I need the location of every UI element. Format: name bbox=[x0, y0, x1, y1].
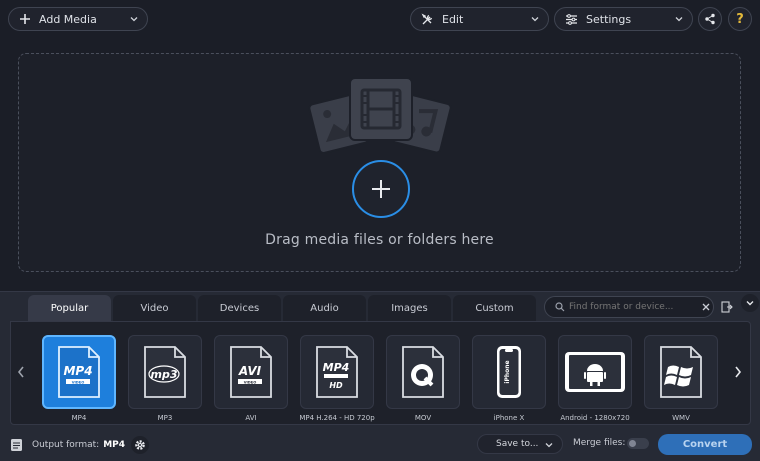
windows-icon bbox=[660, 346, 702, 398]
mp4-icon: MP4 VIDEO bbox=[58, 346, 100, 398]
add-files-button[interactable] bbox=[352, 160, 410, 218]
plus-icon bbox=[372, 180, 390, 198]
output-format-row: Output format: MP4 bbox=[10, 436, 150, 454]
share-icon bbox=[705, 13, 715, 25]
chevron-left-icon bbox=[17, 366, 24, 378]
format-avi[interactable]: AVI VIDEO bbox=[214, 335, 288, 409]
chevron-down-icon bbox=[531, 17, 539, 22]
tab-devices[interactable]: Devices bbox=[198, 295, 281, 321]
tab-video[interactable]: Video bbox=[113, 295, 196, 321]
format-mp4[interactable]: MP4 VIDEO bbox=[42, 335, 116, 409]
mp4-hd-icon: MP4 HD bbox=[316, 346, 358, 398]
format-mov[interactable] bbox=[386, 335, 460, 409]
chevron-down-icon bbox=[746, 301, 754, 306]
chevron-down-icon bbox=[675, 17, 683, 22]
drop-zone-hint: Drag media files or folders here bbox=[265, 232, 494, 248]
collapse-panel-button[interactable] bbox=[741, 294, 759, 312]
format-strip: MP4 VIDEO MP4 mp3 MP3 AVI VIDEO AVI MP4 … bbox=[10, 321, 751, 425]
format-mp3[interactable]: mp3 bbox=[128, 335, 202, 409]
format-label-iphone-x: iPhone X bbox=[493, 414, 525, 422]
edit-label: Edit bbox=[442, 12, 464, 26]
help-label: ? bbox=[736, 11, 744, 27]
settings-button[interactable]: Settings bbox=[554, 7, 693, 31]
format-android[interactable] bbox=[558, 335, 632, 409]
tab-images[interactable]: Images bbox=[368, 295, 451, 321]
settings-label: Settings bbox=[586, 12, 632, 26]
scroll-left-button[interactable] bbox=[15, 364, 27, 380]
format-panel: Popular Video Devices Audio Images Custo… bbox=[0, 291, 760, 461]
tab-audio[interactable]: Audio bbox=[283, 295, 366, 321]
chevron-down-icon bbox=[545, 443, 553, 448]
iphone-icon: iPhone bbox=[497, 346, 521, 398]
format-label-wmv: WMV bbox=[672, 414, 690, 422]
clear-icon[interactable] bbox=[702, 303, 710, 311]
avi-badge-text: AVI bbox=[238, 364, 262, 378]
format-iphone-x[interactable]: iPhone bbox=[472, 335, 546, 409]
tools-icon bbox=[421, 13, 433, 24]
output-format-label: Output format: bbox=[32, 440, 100, 450]
share-button[interactable] bbox=[698, 7, 722, 31]
format-label-mov: MOV bbox=[414, 414, 432, 422]
mp4-badge-text: MP4 bbox=[63, 364, 92, 378]
save-to-button[interactable]: Save to... bbox=[477, 434, 563, 454]
sliders-icon bbox=[566, 13, 577, 25]
file-list-icon[interactable] bbox=[10, 438, 23, 452]
tab-popular[interactable]: Popular bbox=[28, 295, 111, 321]
mp3-icon: mp3 bbox=[144, 346, 186, 398]
merge-files-toggle[interactable] bbox=[627, 438, 649, 449]
search-icon bbox=[555, 302, 565, 312]
avi-icon: AVI VIDEO bbox=[230, 346, 272, 398]
format-mp4-hd[interactable]: MP4 HD bbox=[300, 335, 374, 409]
format-label-mp4-hd: MP4 H.264 - HD 720p bbox=[299, 414, 375, 422]
iphone-badge-text: iPhone bbox=[504, 360, 511, 383]
mp4hd-sub-text: HD bbox=[329, 381, 343, 390]
format-wmv[interactable] bbox=[644, 335, 718, 409]
format-label-mp4: MP4 bbox=[71, 414, 87, 422]
output-format-value: MP4 bbox=[103, 440, 126, 450]
gear-icon bbox=[135, 440, 145, 450]
chevron-right-icon bbox=[735, 366, 742, 378]
search-input[interactable] bbox=[569, 302, 694, 312]
tab-custom[interactable]: Custom bbox=[453, 295, 536, 321]
add-media-label: Add Media bbox=[39, 12, 97, 26]
save-to-label: Save to... bbox=[496, 439, 539, 449]
convert-button[interactable]: Convert bbox=[658, 434, 752, 455]
edit-button[interactable]: Edit bbox=[410, 7, 549, 31]
output-settings-button[interactable] bbox=[131, 436, 150, 454]
add-media-button[interactable]: Add Media bbox=[8, 7, 148, 31]
format-label-android: Android - 1280x720 bbox=[560, 414, 630, 422]
help-button[interactable]: ? bbox=[728, 7, 752, 31]
format-label-mp3: MP3 bbox=[157, 414, 173, 422]
android-tablet-icon bbox=[565, 352, 625, 392]
merge-files-label: Merge files: bbox=[573, 438, 626, 448]
scroll-right-button[interactable] bbox=[732, 364, 744, 380]
mp4hd-badge-text: MP4 bbox=[323, 361, 350, 374]
export-icon[interactable] bbox=[721, 301, 733, 313]
mp3-badge-text: mp3 bbox=[151, 368, 178, 381]
avi-sub-text: VIDEO bbox=[244, 380, 257, 384]
format-search[interactable] bbox=[544, 296, 714, 318]
media-types-icon bbox=[308, 77, 452, 154]
drop-zone[interactable]: Drag media files or folders here bbox=[18, 53, 741, 272]
mp4-sub-text: VIDEO bbox=[72, 380, 85, 384]
quicktime-icon bbox=[402, 346, 444, 398]
chevron-down-icon bbox=[130, 17, 138, 22]
format-label-avi: AVI bbox=[245, 414, 257, 422]
plus-icon bbox=[20, 14, 30, 24]
